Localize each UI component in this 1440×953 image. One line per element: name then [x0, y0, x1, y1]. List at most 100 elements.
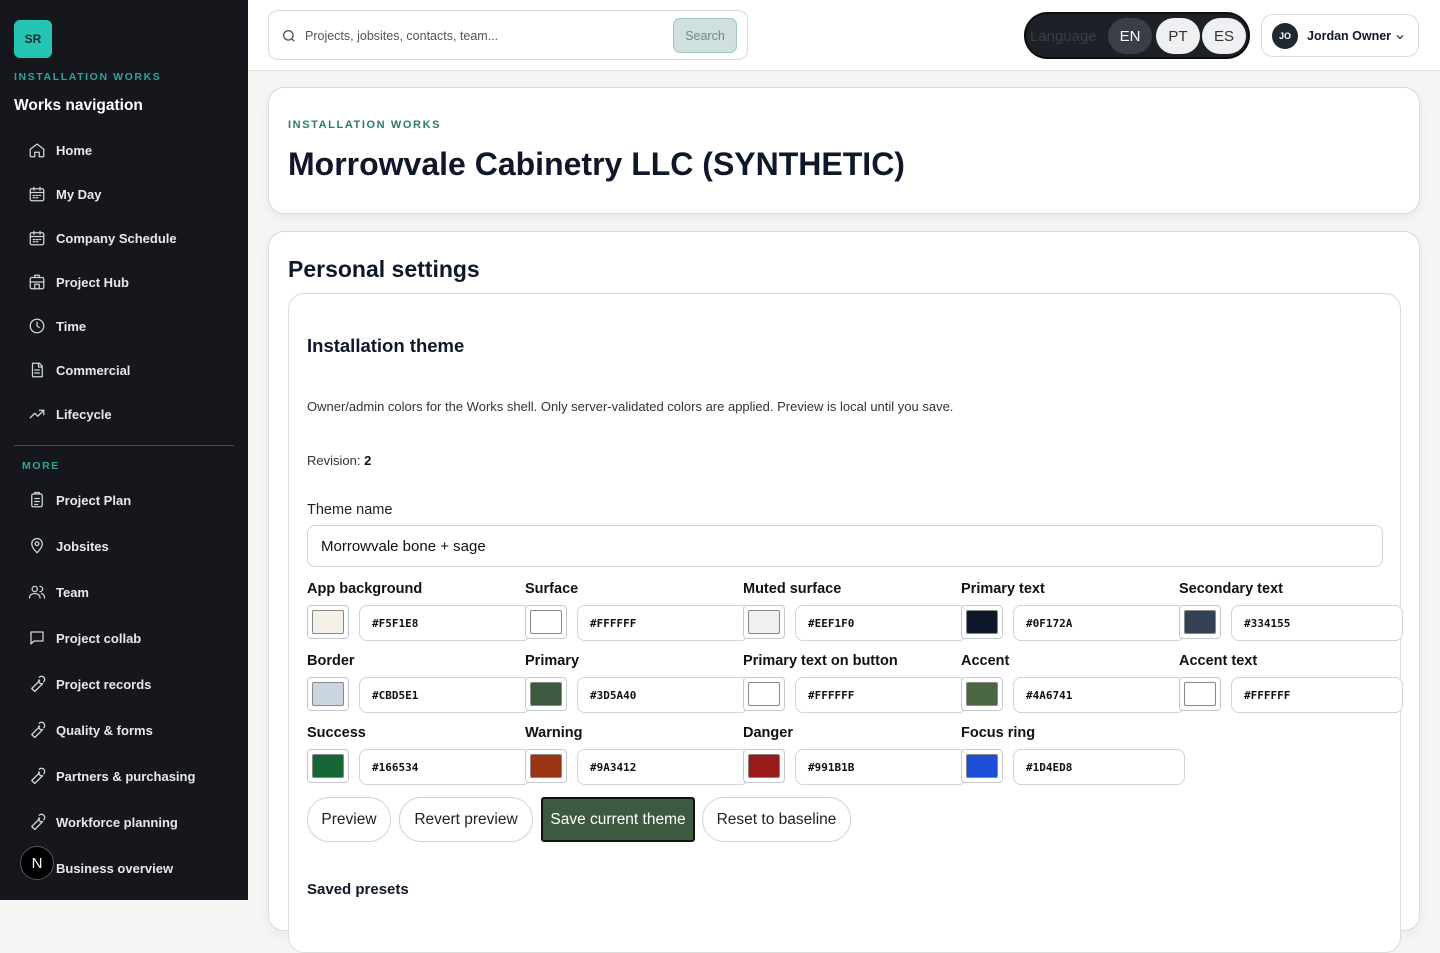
app-logo[interactable]: SR: [14, 20, 52, 58]
sidebar-item-label: Project collab: [56, 630, 142, 646]
chevron-down-icon: [1396, 35, 1404, 40]
sidebar-item-lifecycle[interactable]: Lifecycle: [14, 395, 234, 433]
color-label: Accent text: [1179, 653, 1258, 669]
color-swatch[interactable]: [1179, 677, 1221, 711]
calendar-icon: [29, 186, 45, 202]
page-title: Morrowvale Cabinetry LLC (SYNTHETIC): [288, 146, 905, 182]
color-hex-input[interactable]: [577, 749, 749, 785]
sidebar-item-company-schedule[interactable]: Company Schedule: [14, 219, 234, 257]
color-swatch[interactable]: [307, 677, 349, 711]
color-field-border: Border: [307, 653, 537, 719]
nav-divider: [14, 445, 234, 446]
color-field-primary: Primary: [525, 653, 755, 719]
color-hex-input[interactable]: [795, 677, 967, 713]
color-field-focus-ring: Focus ring: [961, 725, 1191, 791]
color-hex-input[interactable]: [1013, 749, 1185, 785]
color-label: Secondary text: [1179, 581, 1283, 597]
wrench-icon: [31, 813, 46, 831]
color-field-surface: Surface: [525, 581, 755, 647]
sidebar-item-partners-purchasing[interactable]: Partners & purchasing: [14, 757, 234, 795]
color-label: Accent: [961, 653, 1010, 669]
save-theme-button[interactable]: Save current theme: [541, 797, 695, 842]
trend-icon: [29, 409, 45, 419]
color-label: Border: [307, 653, 355, 669]
color-hex-input[interactable]: [359, 749, 531, 785]
color-swatch[interactable]: [743, 605, 785, 639]
color-hex-input[interactable]: [795, 605, 967, 641]
color-swatch[interactable]: [525, 605, 567, 639]
color-swatch[interactable]: [307, 605, 349, 639]
color-hex-input[interactable]: [1013, 605, 1185, 641]
color-swatch[interactable]: [961, 677, 1003, 711]
sidebar-item-label: Business overview: [56, 860, 174, 876]
sidebar-item-quality-forms[interactable]: Quality & forms: [14, 711, 234, 749]
language-pt-button[interactable]: PT: [1156, 18, 1200, 54]
users-icon: [28, 585, 46, 599]
color-swatch[interactable]: [307, 749, 349, 783]
sidebar-item-commercial[interactable]: Commercial: [14, 351, 234, 389]
color-hex-input[interactable]: [577, 677, 749, 713]
color-hex-input[interactable]: [359, 677, 531, 713]
color-swatch[interactable]: [743, 749, 785, 783]
sidebar-item-my-day[interactable]: My Day: [14, 175, 234, 213]
sidebar-item-project-plan[interactable]: Project Plan: [14, 481, 234, 519]
sidebar-item-team[interactable]: Team: [14, 573, 234, 611]
color-hex-input[interactable]: [1231, 677, 1403, 713]
revert-preview-button[interactable]: Revert preview: [399, 797, 533, 842]
nav-title: Works navigation: [14, 97, 143, 114]
avatar: JO: [1272, 23, 1298, 49]
sidebar-item-project-hub[interactable]: Project Hub: [14, 263, 234, 301]
sidebar-item-project-records[interactable]: Project records: [14, 665, 234, 703]
sidebar-item-label: Jobsites: [56, 538, 109, 554]
preview-button[interactable]: Preview: [307, 797, 391, 842]
language-en-button[interactable]: EN: [1108, 18, 1152, 54]
color-label: Primary text: [961, 581, 1045, 597]
sidebar-item-label: Commercial: [56, 362, 131, 378]
color-swatch[interactable]: [525, 749, 567, 783]
color-label: Focus ring: [961, 725, 1036, 741]
color-hex-input[interactable]: [577, 605, 749, 641]
color-swatch[interactable]: [961, 605, 1003, 639]
search-button[interactable]: Search: [673, 18, 737, 53]
user-name: Jordan Owner: [1307, 29, 1392, 43]
sidebar-item-project-collab[interactable]: Project collab: [14, 619, 234, 657]
revision-label: Revision:: [307, 453, 361, 468]
topbar: Search Language EN PT ES JO Jordan Owner: [248, 0, 1440, 71]
wrench-icon: [31, 767, 46, 785]
language-switcher: Language EN PT ES: [1024, 12, 1250, 59]
color-hex-input[interactable]: [1013, 677, 1185, 713]
org-kicker: INSTALLATION WORKS: [288, 119, 442, 131]
color-hex-input[interactable]: [1231, 605, 1403, 641]
sidebar-item-home[interactable]: Home: [14, 131, 234, 169]
color-field-accent: Accent: [961, 653, 1191, 719]
color-swatch[interactable]: [961, 749, 1003, 783]
color-swatch[interactable]: [1179, 605, 1221, 639]
calendar-icon: [29, 230, 45, 246]
clock-icon: [29, 318, 45, 334]
nav-more-label: MORE: [22, 460, 60, 472]
user-menu[interactable]: JO Jordan Owner: [1261, 14, 1419, 57]
theme-name-input[interactable]: [307, 525, 1383, 567]
color-hex-input[interactable]: [359, 605, 531, 641]
search-input[interactable]: [305, 23, 665, 49]
color-label: Primary text on button: [743, 653, 898, 669]
sidebar-item-label: My Day: [56, 186, 102, 202]
sidebar-item-label: Project records: [56, 676, 152, 692]
sidebar-item-time[interactable]: Time: [14, 307, 234, 345]
sidebar-item-label: Team: [56, 584, 89, 600]
sidebar-item-jobsites[interactable]: Jobsites: [14, 527, 234, 565]
color-field-accent-text: Accent text: [1179, 653, 1409, 719]
color-swatch[interactable]: [743, 677, 785, 711]
sidebar-item-label: Lifecycle: [56, 406, 112, 422]
sidebar-item-label: Time: [56, 318, 87, 334]
sidebar-item-workforce-planning[interactable]: Workforce planning: [14, 803, 234, 841]
language-es-button[interactable]: ES: [1202, 18, 1246, 54]
next-badge[interactable]: N: [20, 846, 54, 880]
color-label: Muted surface: [743, 581, 842, 597]
color-hex-input[interactable]: [795, 749, 967, 785]
theme-heading: Installation theme: [307, 335, 465, 356]
color-field-muted-surface: Muted surface: [743, 581, 973, 647]
search-box: Search: [268, 10, 748, 60]
reset-baseline-button[interactable]: Reset to baseline: [702, 797, 851, 842]
color-swatch[interactable]: [525, 677, 567, 711]
